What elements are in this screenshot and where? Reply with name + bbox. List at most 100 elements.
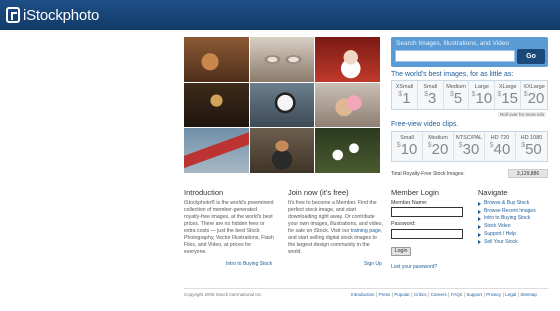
size-price: $1 — [392, 90, 417, 108]
navigate-item[interactable]: Browse Recent Images — [478, 208, 536, 216]
navigate-heading: Navigate — [478, 188, 508, 197]
size-option[interactable]: Small $10 — [392, 132, 423, 161]
footer-link[interactable]: Careers — [431, 292, 447, 297]
footer-links: Introduction | Press | Popular | Critics | Caree… — [351, 292, 537, 297]
member-name-label: Member Name: — [391, 200, 428, 206]
forgot-password-link[interactable]: Lost your password? — [391, 264, 437, 270]
price-value: 40 — [493, 141, 511, 158]
navigate-item[interactable]: Intro to Buying Stock — [478, 215, 536, 223]
footer-link[interactable]: Legal — [505, 292, 516, 297]
footer-link[interactable]: Sitemap — [520, 292, 537, 297]
footer-separator: | — [463, 292, 465, 297]
price-value: 5 — [453, 90, 463, 107]
size-price: $20 — [521, 90, 547, 108]
navigate-item-label: Browse Recent Images — [484, 207, 536, 214]
login-button[interactable]: Login — [391, 247, 411, 256]
join-text: It's free to become a Member. Find the p… — [288, 200, 383, 256]
mosaic-tile[interactable] — [184, 37, 249, 82]
intro-heading: Introduction — [184, 188, 224, 197]
total-images-label: Total Royalty-Free Stock Images: — [391, 171, 465, 177]
footer-separator: | — [428, 292, 430, 297]
member-name-input[interactable] — [391, 207, 463, 217]
size-option[interactable]: Small $3 — [418, 81, 444, 109]
join-heading: Join now (it's free) — [288, 188, 349, 197]
mosaic-tile[interactable] — [249, 37, 315, 82]
footer-link[interactable]: Introduction — [351, 292, 375, 297]
intro-to-buying-link[interactable]: Intro to Buying Stock — [226, 261, 272, 267]
mosaic-tile[interactable] — [315, 37, 380, 82]
navigate-item[interactable]: Browse & Buy Stock — [478, 200, 536, 208]
navigate-item-label: Browse & Buy Stock — [484, 200, 530, 206]
total-images-count: 3,129,886 — [508, 169, 548, 178]
size-price: $20 — [423, 141, 453, 159]
video-size-prices: Small $10 Medium $20 NTSC/PAL $30 HD 720 $40 HD … — [391, 131, 548, 162]
footer-separator: | — [502, 292, 504, 297]
intro-text: iStockphoto® is the world's preeminent c… — [184, 200, 274, 255]
size-option[interactable]: XSmall $1 — [392, 81, 418, 109]
header-bar: iStockphoto — [0, 0, 560, 30]
image-size-prices: XSmall $1 Small $3 Medium $5 Large $10 XLarge $15… — [391, 80, 548, 110]
footer-link[interactable]: Privacy — [486, 292, 501, 297]
navigate-item-label: Support / Help — [484, 230, 516, 237]
search-panel: Search Images, Illustrations, and Video … — [391, 37, 548, 67]
mosaic-tile[interactable] — [315, 128, 380, 173]
price-value: 20 — [527, 90, 545, 107]
footer-separator: | — [517, 292, 519, 297]
arrow-right-icon — [478, 224, 481, 229]
price-value: 20 — [431, 141, 449, 158]
mosaic-tile[interactable] — [315, 82, 380, 128]
size-price: $5 — [444, 90, 469, 108]
search-input[interactable] — [395, 50, 515, 62]
footer-link[interactable]: FAQs — [451, 292, 462, 297]
login-heading: Member Login — [391, 188, 439, 197]
go-button[interactable]: Go — [517, 49, 545, 64]
size-option[interactable]: Medium $5 — [444, 81, 470, 109]
footer-link[interactable]: Critics — [414, 292, 427, 297]
size-price: $15 — [495, 90, 520, 108]
arrow-right-icon — [478, 232, 481, 237]
size-option[interactable]: XLarge $15 — [495, 81, 522, 109]
arrow-right-icon — [478, 240, 481, 245]
size-option[interactable]: HD 1080 $50 — [516, 132, 547, 161]
footer-separator: | — [448, 292, 450, 297]
price-value: 10 — [475, 90, 493, 107]
navigate-item[interactable]: Support / Help — [478, 231, 536, 239]
mosaic-tile[interactable] — [249, 128, 315, 173]
training-page-link[interactable]: training page — [351, 228, 381, 234]
arrow-right-icon — [478, 209, 481, 214]
size-price: $10 — [469, 90, 494, 108]
arrow-right-icon — [478, 217, 481, 222]
price-value: 30 — [462, 141, 480, 158]
size-option[interactable]: XXLarge $20 — [521, 81, 547, 109]
size-option[interactable]: NTSC/PAL $30 — [454, 132, 485, 161]
size-option[interactable]: Medium $20 — [423, 132, 454, 161]
mosaic-tile[interactable] — [249, 82, 315, 128]
arrow-right-icon — [478, 201, 481, 206]
price-value: 50 — [525, 141, 542, 158]
mosaic-tile[interactable] — [184, 82, 249, 128]
video-heading: Free-view video clips. — [391, 121, 459, 128]
mosaic-tile[interactable] — [184, 128, 249, 173]
size-option[interactable]: Large $10 — [469, 81, 496, 109]
navigate-item[interactable]: Stock Video — [478, 223, 536, 231]
size-price: $50 — [516, 141, 547, 159]
navigate-item[interactable]: Sell Your Stock — [478, 239, 536, 247]
navigate-item-label: Intro to Buying Stock — [484, 215, 531, 222]
password-input[interactable] — [391, 229, 463, 239]
size-price: $3 — [418, 90, 443, 108]
size-option[interactable]: HD 720 $40 — [485, 132, 516, 161]
price-value: 15 — [501, 90, 519, 107]
sign-up-link[interactable]: Sign Up — [364, 261, 382, 267]
footer-link[interactable]: Popular — [394, 292, 410, 297]
footer-link[interactable]: Press — [379, 292, 391, 297]
footer-link[interactable]: Support — [466, 292, 482, 297]
footer-separator: | — [376, 292, 378, 297]
footer-separator: | — [411, 292, 413, 297]
navigate-list: Browse & Buy Stock Browse Recent Images In… — [478, 200, 536, 246]
images-heading: The world's best images, for as little a… — [391, 71, 514, 78]
size-price: $40 — [485, 141, 515, 159]
price-value: 10 — [400, 141, 418, 158]
image-mosaic — [184, 37, 380, 173]
logo[interactable]: iStockphoto — [6, 5, 99, 25]
price-value: 1 — [402, 90, 411, 107]
